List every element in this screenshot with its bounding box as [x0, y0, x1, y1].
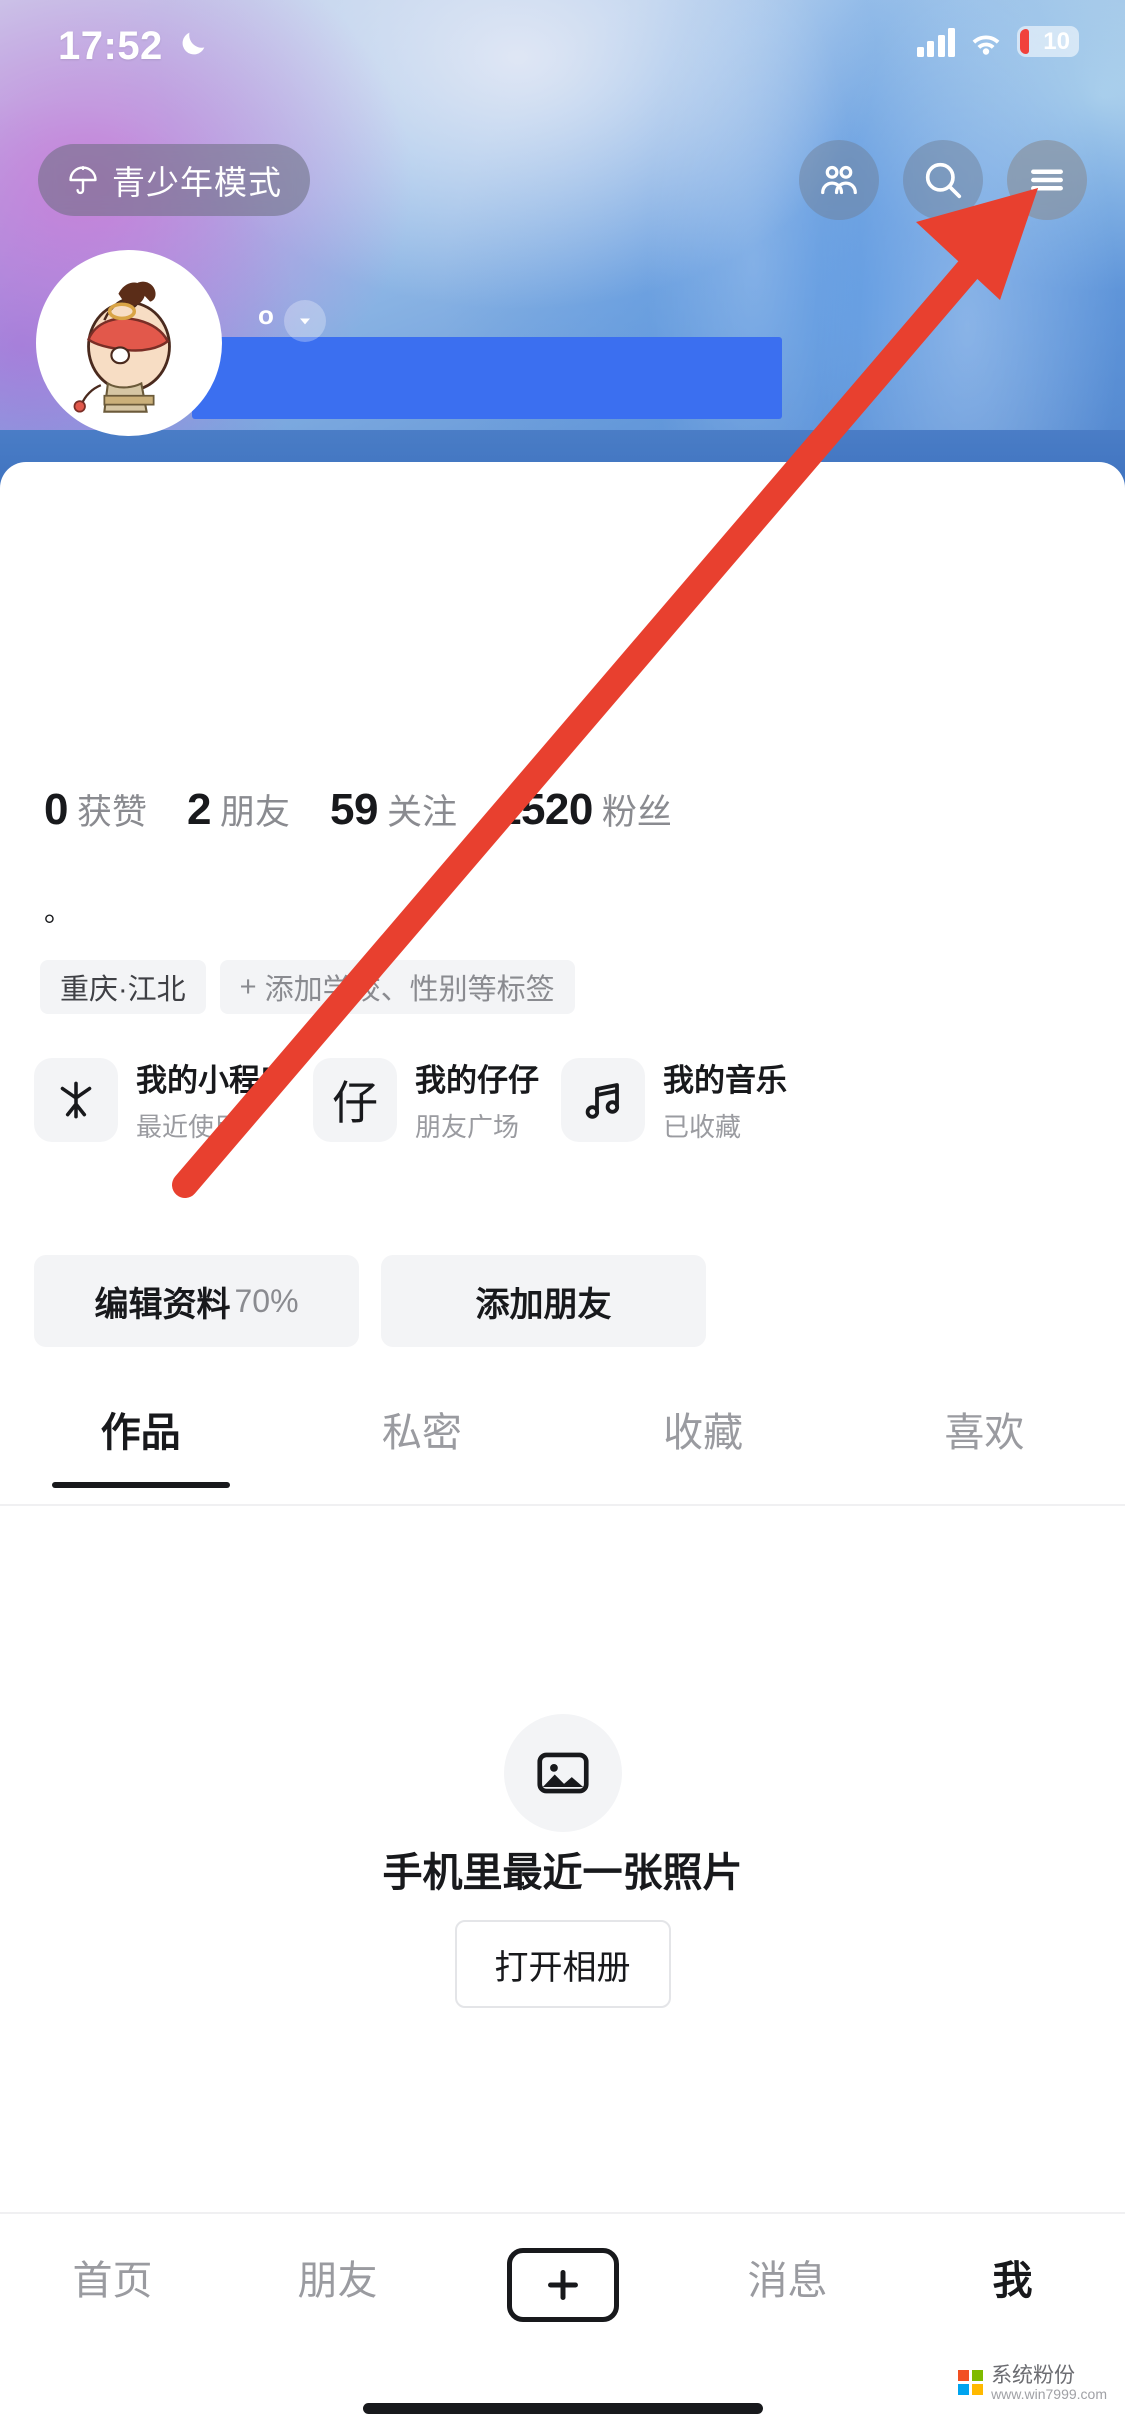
people-icon — [821, 165, 857, 195]
photo-placeholder-icon — [503, 1714, 622, 1832]
edit-profile-label: 编辑资料 — [94, 1285, 231, 1324]
plus-icon: + — [239, 970, 257, 1003]
content-tabs: 作品 私密 收藏 喜欢 — [0, 1400, 1125, 1488]
zaizai-icon: 仔 — [313, 1057, 397, 1142]
watermark-line1: 系统粉份 — [991, 2363, 1076, 2387]
nav-home[interactable]: 首页 — [0, 2248, 225, 2306]
stat-value: 0 — [44, 785, 68, 834]
mini-card-subtitle: 朋友广场 — [415, 1112, 520, 1142]
add-friend-button[interactable]: 添加朋友 — [381, 1255, 706, 1347]
profile-action-buttons: 编辑资料 70% 添加朋友 — [34, 1255, 706, 1347]
nav-profile[interactable]: 我 — [900, 2248, 1125, 2306]
windows-logo-icon — [958, 2370, 984, 2396]
search-button[interactable] — [903, 140, 983, 220]
nav-messages[interactable]: 消息 — [675, 2248, 900, 2306]
chip-add-tags[interactable]: + 添加学校、性别等标签 — [219, 960, 575, 1014]
mini-card-miniprogram[interactable]: 我的小程序 最近使用 — [34, 1055, 291, 1144]
battery-percent: 10 — [1043, 27, 1070, 55]
mini-card-zaizai[interactable]: 仔 我的仔仔 朋友广场 — [313, 1055, 539, 1144]
status-bar-time: 17:52 — [58, 24, 163, 68]
stat-label: 关注 — [386, 793, 457, 832]
umbrella-icon — [69, 166, 97, 195]
mini-program-icon — [34, 1057, 118, 1142]
mini-card-title: 我的仔仔 — [415, 1063, 539, 1098]
teen-mode-button[interactable]: 青少年模式 — [38, 144, 310, 216]
tab-works[interactable]: 作品 — [0, 1400, 281, 1488]
mini-card-music[interactable]: 我的音乐 已收藏 — [561, 1055, 787, 1144]
status-bar-indicators: 10 — [916, 26, 1079, 57]
menu-button[interactable] — [1007, 140, 1087, 220]
chip-label: 添加学校、性别等标签 — [264, 974, 555, 1006]
nav-create[interactable] — [450, 2248, 675, 2322]
profile-dropdown-button[interactable] — [284, 300, 326, 342]
zaizai-glyph: 仔 — [332, 1076, 378, 1129]
plus-icon — [506, 2248, 619, 2322]
chevron-down-icon — [300, 318, 310, 325]
crescent-moon-icon — [182, 32, 205, 55]
search-icon — [925, 162, 962, 199]
stat-following[interactable]: 59 关注 — [330, 784, 457, 835]
mini-card-subtitle: 已收藏 — [663, 1112, 742, 1142]
home-indicator — [362, 2403, 763, 2414]
profile-tag-chips: 重庆·江北 + 添加学校、性别等标签 — [40, 960, 575, 1014]
mini-card-subtitle: 最近使用 — [136, 1112, 241, 1142]
edit-profile-button[interactable]: 编辑资料 70% — [34, 1255, 359, 1347]
tab-private[interactable]: 私密 — [281, 1400, 562, 1488]
stat-value: 59 — [330, 785, 378, 834]
phone-screen: 17:52 10 青少年模式 o 0 获赞 2 朋友 59 关注 1520 粉丝… — [0, 0, 1125, 2436]
stat-label: 粉丝 — [601, 793, 672, 832]
header-action-buttons — [799, 140, 1087, 220]
friends-button[interactable] — [799, 140, 879, 220]
teen-mode-label: 青少年模式 — [112, 164, 282, 201]
stat-label: 获赞 — [76, 793, 147, 832]
wifi-icon — [972, 35, 1000, 55]
stat-friends[interactable]: 2 朋友 — [187, 784, 290, 835]
add-friend-label: 添加朋友 — [475, 1285, 612, 1324]
tab-label: 作品 — [100, 1411, 181, 1455]
cartoon-avatar-image — [41, 255, 217, 431]
hamburger-menu-icon — [1031, 169, 1063, 191]
chip-label: 重庆·江北 — [60, 974, 186, 1006]
stat-label: 朋友 — [219, 793, 290, 832]
cellular-signal-icon — [916, 27, 955, 57]
open-album-button[interactable]: 打开相册 — [454, 1920, 671, 2008]
nav-friends[interactable]: 朋友 — [225, 2248, 450, 2306]
mini-cards-row: 我的小程序 最近使用 仔 我的仔仔 朋友广场 我的音乐 已收藏 — [34, 1055, 787, 1144]
mini-card-title: 我的音乐 — [663, 1063, 787, 1098]
battery-indicator: 10 — [1017, 26, 1079, 57]
tabs-divider — [0, 1504, 1125, 1506]
stat-likes[interactable]: 0 获赞 — [44, 784, 147, 835]
watermark-line2: www.win7999.com — [991, 2385, 1107, 2402]
profile-bio[interactable]: 。 — [44, 890, 72, 930]
tab-label: 私密 — [381, 1411, 462, 1455]
music-note-icon — [561, 1057, 645, 1142]
story-dot-label: o — [258, 300, 274, 330]
mini-card-title: 我的小程序 — [136, 1063, 291, 1098]
status-bar: 17:52 10 — [0, 0, 1125, 90]
tab-label: 喜欢 — [944, 1411, 1025, 1455]
profile-stats: 0 获赞 2 朋友 59 关注 1520 粉丝 — [44, 784, 672, 835]
stat-value: 2 — [187, 785, 211, 834]
empty-state-title: 手机里最近一张照片 — [382, 1851, 743, 1895]
edit-profile-percent: 70% — [234, 1282, 299, 1319]
tab-likes[interactable]: 喜欢 — [844, 1400, 1125, 1488]
tab-label: 收藏 — [663, 1411, 744, 1455]
avatar[interactable] — [36, 250, 222, 436]
stat-followers[interactable]: 1520 粉丝 — [497, 784, 672, 835]
username-redaction-bar — [192, 337, 782, 419]
tab-collections[interactable]: 收藏 — [563, 1400, 844, 1488]
chip-location[interactable]: 重庆·江北 — [40, 960, 206, 1014]
watermark: 系统粉份 www.win7999.com — [958, 2364, 1107, 2402]
stat-value: 1520 — [496, 785, 593, 834]
